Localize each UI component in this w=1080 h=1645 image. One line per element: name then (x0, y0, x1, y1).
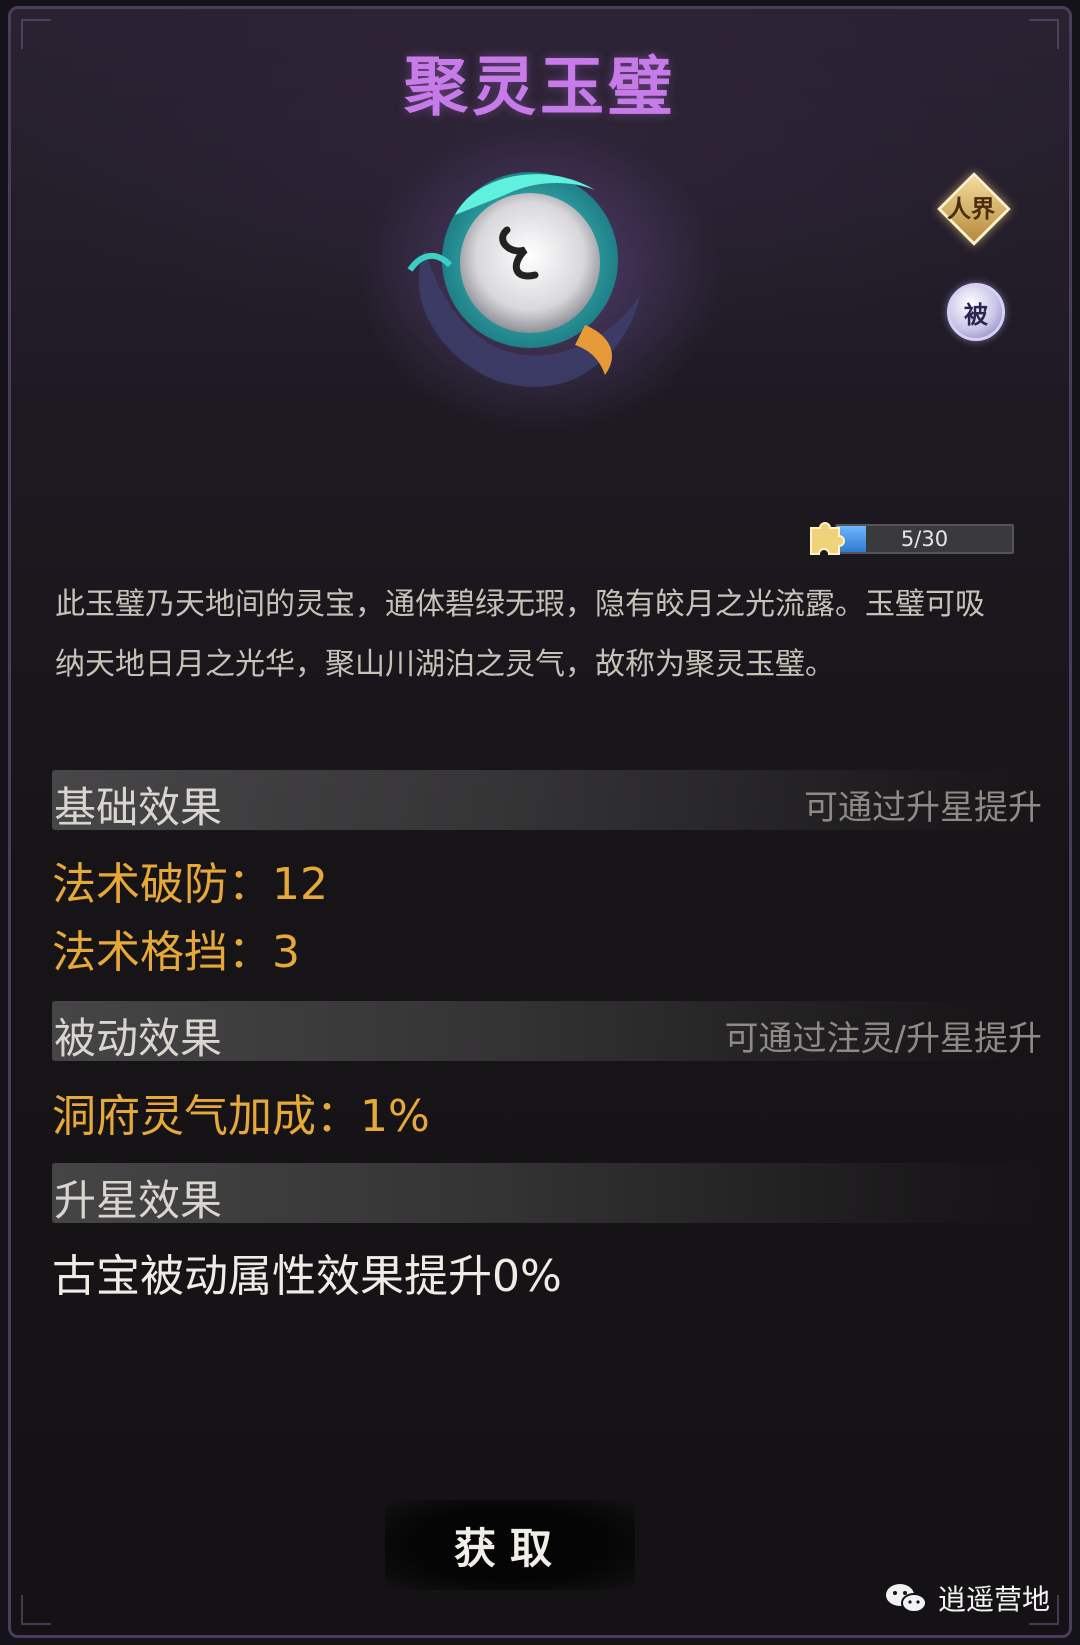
realm-badge-label: 人界 (947, 194, 995, 223)
item-title: 聚灵玉璧 (404, 51, 676, 125)
section-heading: 升星效果 (54, 1176, 223, 1225)
star-effect-text: 古宝被动属性效果提升0% (52, 1251, 562, 1302)
section-heading: 基础效果 (54, 783, 223, 832)
section-base-effects: 基础效果 可通过升星提升 (52, 770, 1042, 832)
stat-magic-penetration: 法术破防：12 (52, 859, 328, 910)
item-description: 此玉璧乃天地间的灵宝，通体碧绿无瑕，隐有皎月之光流露。玉璧可吸纳天地日月之光华，… (55, 587, 985, 682)
watermark: 逍遥营地 (884, 1578, 1050, 1618)
section-heading: 被动效果 (54, 1014, 223, 1063)
puzzle-piece-icon (810, 522, 845, 555)
stat-cave-qi-bonus: 洞府灵气加成：1% (52, 1091, 430, 1142)
progress-bar: 5/30 (835, 524, 1014, 554)
section-star-effects: 升星效果 (52, 1163, 1042, 1225)
section-passive-effects: 被动效果 可通过注灵/升星提升 (52, 1001, 1042, 1063)
passive-badge: 被 (947, 283, 1005, 341)
jade-disc-icon (407, 172, 640, 387)
realm-badge: 人界 (937, 172, 1011, 246)
section-hint: 可通过升星提升 (804, 788, 1042, 828)
corner-ornament (21, 1595, 51, 1625)
progress-label: 5/30 (900, 527, 949, 551)
watermark-text: 逍遥营地 (937, 1583, 1050, 1616)
stat-magic-block: 法术格挡：3 (52, 927, 300, 978)
fragment-progress: 5/30 (805, 516, 1014, 555)
obtain-button[interactable]: 获取 (385, 1500, 635, 1590)
wechat-icon (885, 1584, 927, 1613)
section-hint: 可通过注灵/升星提升 (724, 1019, 1042, 1059)
